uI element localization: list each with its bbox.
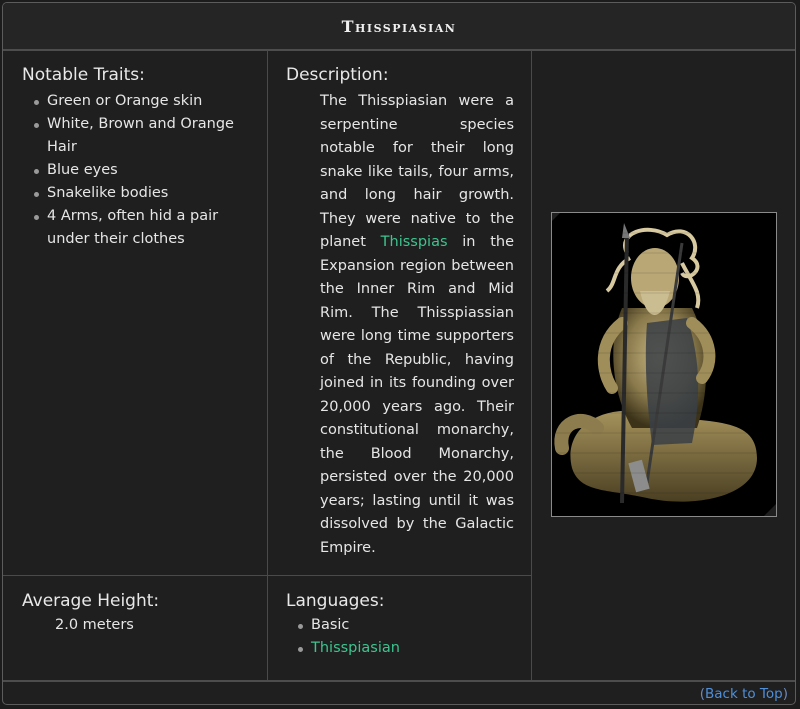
list-item: Blue eyes (22, 159, 252, 182)
row-divider (3, 575, 531, 576)
portrait-image (551, 212, 777, 517)
traits-list: Green or Orange skin White, Brown and Or… (22, 90, 252, 251)
list-item: Green or Orange skin (22, 90, 252, 113)
list-item: Snakelike bodies (22, 182, 252, 205)
height-heading: Average Height: (22, 591, 160, 611)
column-divider-2 (531, 50, 532, 680)
bullet-icon (34, 192, 39, 197)
title-bar: Thisspiasian (3, 3, 795, 51)
language-link[interactable]: Thisspiasian (311, 640, 400, 656)
traits-heading: Notable Traits: (22, 65, 145, 85)
height-value: 2.0 meters (55, 617, 134, 633)
description-heading: Description: (286, 65, 389, 85)
language-item-basic: Basic (286, 614, 516, 637)
languages-heading: Languages: (286, 591, 385, 611)
footer-divider (3, 680, 795, 682)
planet-link[interactable]: Thisspias (381, 234, 448, 250)
bullet-icon (34, 169, 39, 174)
list-item: White, Brown and Orange Hair (22, 113, 252, 159)
column-divider-1 (267, 50, 268, 680)
languages-list: Basic Thisspiasian (286, 614, 516, 660)
page-title: Thisspiasian (341, 16, 457, 36)
back-to-top-link[interactable]: Back to Top (705, 686, 783, 702)
description-text: The Thisspiasian were a serpentine speci… (320, 93, 514, 556)
language-item-thisspiasian[interactable]: Thisspiasian (286, 637, 516, 660)
bullet-icon (34, 123, 39, 128)
bullet-icon (298, 624, 303, 629)
list-item: 4 Arms, often hid a pair under their clo… (22, 205, 252, 251)
back-to-top: (Back to Top) (699, 686, 788, 702)
bullet-icon (34, 100, 39, 105)
thisspiasian-portrait-icon (552, 213, 776, 516)
bullet-icon (34, 215, 39, 220)
bullet-icon (298, 647, 303, 652)
